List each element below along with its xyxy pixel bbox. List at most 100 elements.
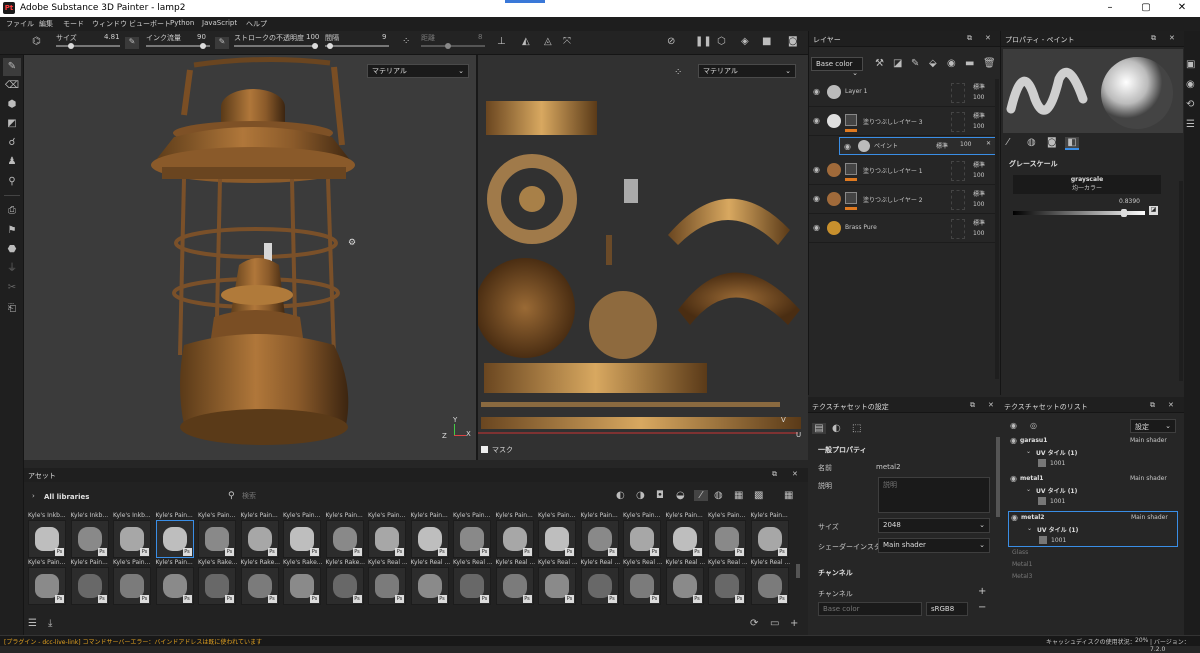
layer-name[interactable]: Brass Pure — [845, 224, 877, 231]
uv-tile-group[interactable]: UV タイル (1) — [1036, 486, 1077, 495]
uv-tab-icon[interactable]: ⬚ — [852, 423, 861, 434]
texture-set-name[interactable]: metal1 — [1020, 475, 1043, 482]
menu-javascript[interactable]: JavaScript — [202, 19, 237, 27]
texture-set-icon[interactable]: ▣ — [1186, 59, 1195, 70]
visibility-icon[interactable]: ◉ — [813, 194, 820, 203]
layer-drop-slot[interactable] — [951, 219, 965, 239]
new-folder-icon[interactable]: ▭ — [770, 618, 779, 629]
refresh-icon[interactable]: ⟳ — [750, 618, 758, 629]
mirror-icon[interactable]: ◭ — [522, 36, 530, 47]
asset-thumbnail[interactable]: Ps — [368, 567, 406, 605]
layer-opacity[interactable]: 100 — [973, 123, 984, 130]
asset-thumbnail[interactable]: Ps — [665, 520, 704, 558]
menu-edit[interactable]: 編集 — [39, 19, 53, 29]
filter-list-icon[interactable]: ☰ — [28, 618, 37, 629]
asset-thumbnail[interactable]: Ps — [240, 567, 279, 605]
size-dropdown[interactable]: 2048 ⌄ — [878, 518, 990, 533]
view-cube-icon[interactable]: ⬡ — [717, 36, 726, 47]
layer-opacity[interactable]: 100 — [973, 94, 984, 101]
lazy-mouse-icon[interactable]: ⁘ — [402, 36, 410, 47]
layer-row[interactable]: ◉ ペイント 標準 100 ✕ — [839, 137, 997, 155]
filter-masks-icon[interactable]: ◘ — [656, 490, 664, 501]
asset-thumbnail[interactable]: Ps — [283, 520, 321, 558]
visibility-icon[interactable]: ◉ — [1010, 436, 1017, 445]
layer-drop-slot[interactable] — [951, 83, 965, 103]
material-picker-icon[interactable]: ⬣ — [3, 241, 21, 259]
menu-mode[interactable]: モード — [63, 19, 84, 29]
asset-thumbnail[interactable]: Ps — [410, 567, 449, 605]
pause-icon[interactable]: ❚❚ — [695, 36, 712, 47]
asset-thumbnail[interactable]: Ps — [708, 520, 746, 558]
asset-thumbnail[interactable]: Ps — [113, 567, 151, 605]
asset-thumbnail[interactable]: Ps — [28, 567, 66, 605]
minimize-icon[interactable]: – — [1100, 2, 1120, 13]
bake-tab-icon[interactable]: ◐ — [832, 423, 841, 434]
flow-value[interactable]: 90 — [197, 33, 206, 41]
transform-icon[interactable]: ⤧ — [563, 36, 571, 47]
layer-blend-mode[interactable]: 標準 — [973, 82, 985, 91]
size-slider-knob[interactable] — [68, 43, 74, 49]
layer-row[interactable]: ◉ 塗りつぶしレイヤー 1 標準 100 — [809, 157, 997, 185]
viewport-3d[interactable]: マテリアル ⌄ ⚙ Y Z X — [24, 55, 476, 460]
environment-icon[interactable]: ◈ — [741, 36, 749, 47]
layer-opacity[interactable]: 100 — [960, 141, 971, 148]
uv-tile-number[interactable]: 1001 — [1051, 537, 1066, 544]
spacing-slider[interactable] — [325, 43, 389, 49]
symmetry-icon[interactable]: ⊥ — [497, 36, 506, 47]
asset-thumbnail[interactable]: Ps — [453, 567, 491, 605]
layer-name[interactable]: 塗りつぶしレイヤー 2 — [863, 195, 923, 204]
crop-icon[interactable]: ✂ — [3, 279, 21, 297]
visibility-icon[interactable]: ◉ — [1010, 421, 1017, 430]
close-icon[interactable]: ✕ — [1168, 401, 1174, 409]
visibility-icon[interactable]: ◉ — [813, 87, 820, 96]
layer-drop-slot[interactable] — [951, 190, 965, 210]
history-icon[interactable]: ⟲ — [1186, 99, 1194, 110]
layer-name[interactable]: ペイント — [874, 141, 898, 150]
distance-value[interactable]: 8 — [478, 33, 482, 41]
asset-search-input[interactable] — [242, 490, 382, 502]
texture-set-name[interactable]: garasu1 — [1020, 437, 1047, 444]
menu-file[interactable]: ファイル — [6, 19, 34, 29]
disabled-texture-set[interactable]: Metal1 — [1012, 561, 1032, 568]
menu-python[interactable]: Python — [170, 19, 194, 27]
filter-environment-icon[interactable]: ▩ — [754, 490, 763, 501]
asset-thumbnail[interactable]: Ps — [750, 520, 789, 558]
layer-channel-dropdown[interactable]: Base color ⌄ — [811, 57, 863, 77]
alpha-tab-icon[interactable]: ◍ — [1027, 137, 1036, 148]
material-tab-icon[interactable]: ◧ — [1065, 137, 1079, 150]
asset-thumbnail[interactable]: Ps — [453, 520, 491, 558]
uv-tile-group[interactable]: UV タイル (1) — [1037, 525, 1078, 534]
grayscale-slider-knob[interactable] — [1120, 209, 1127, 217]
filter-smart-materials-icon[interactable]: ◑ — [636, 490, 645, 501]
close-icon[interactable]: ✕ — [1169, 34, 1175, 42]
asset-thumbnail[interactable]: Ps — [623, 567, 661, 605]
uv-tile-number[interactable]: 1001 — [1050, 498, 1065, 505]
settings-tab-icon[interactable]: ▤ — [812, 423, 826, 434]
layer-drop-slot[interactable] — [951, 161, 965, 181]
visibility-icon[interactable]: ◉ — [813, 165, 820, 174]
flow-slider-knob[interactable] — [200, 43, 206, 49]
asset-thumbnail[interactable]: Ps — [155, 567, 194, 605]
size-slider[interactable] — [56, 43, 120, 49]
uv-tile-number[interactable]: 1001 — [1050, 460, 1065, 467]
add-smart-layer-icon[interactable]: ◉ — [947, 58, 956, 69]
texture-set-item[interactable]: ◉ metal2 Main shader ⌄ UV タイル (1) 1001 — [1008, 511, 1178, 547]
asset-thumbnail[interactable]: Ps — [410, 520, 449, 558]
menu-window[interactable]: ウィンドウ — [92, 19, 127, 29]
layer-blend-mode[interactable]: 標準 — [973, 160, 985, 169]
layer-opacity[interactable]: 100 — [973, 172, 984, 179]
smudge-icon[interactable]: ☌ — [3, 134, 21, 152]
asset-thumbnail[interactable]: Ps — [198, 567, 236, 605]
add-channel-icon[interactable]: + — [978, 586, 986, 597]
texset-settings-dropdown[interactable]: 設定 ⌄ — [1130, 419, 1176, 433]
layer-blend-mode[interactable]: 標準 — [936, 141, 948, 150]
undock-icon[interactable]: ⧉ — [772, 470, 777, 479]
asset-thumbnail[interactable]: Ps — [155, 520, 194, 558]
maximize-icon[interactable]: ▢ — [1136, 2, 1156, 13]
add-effect-icon[interactable]: ⚒ — [875, 58, 884, 69]
paint-brush-icon[interactable]: ✎ — [3, 58, 21, 76]
asset-thumbnail[interactable]: Ps — [495, 520, 534, 558]
filter-materials-icon[interactable]: ◐ — [616, 490, 625, 501]
asset-thumbnail[interactable]: Ps — [708, 567, 746, 605]
stroke-opacity-knob[interactable] — [312, 43, 318, 49]
